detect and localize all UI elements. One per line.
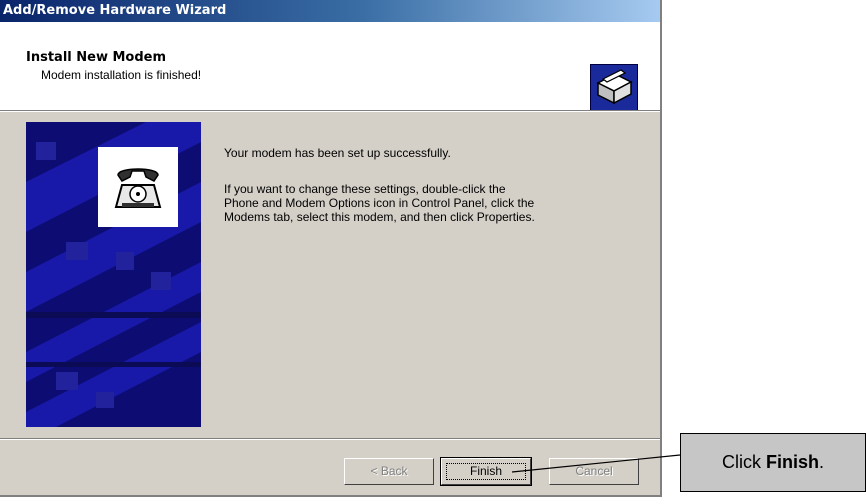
callout-prefix: Click [721, 452, 766, 472]
callout-bold: Finish [765, 452, 819, 472]
instruction-callout: Click Finish. [680, 433, 866, 492]
callout-suffix: . [818, 452, 824, 472]
callout-pointer-line [511, 454, 681, 473]
